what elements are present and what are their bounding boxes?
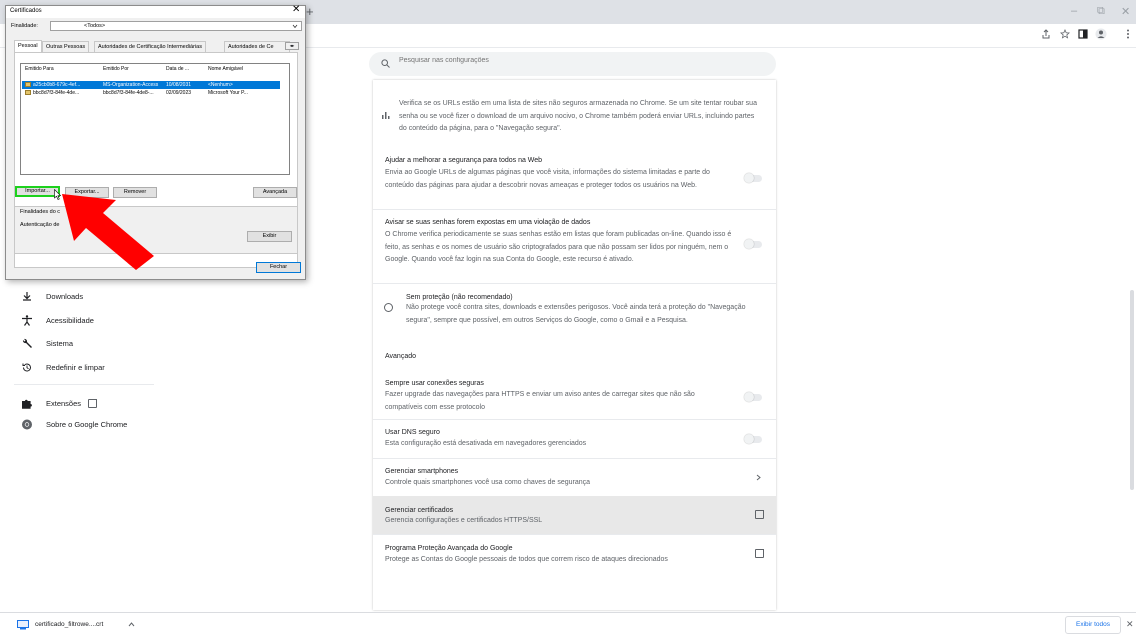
cell-expiry: 02/09/2023 — [166, 90, 192, 96]
manage-phones-description: Controle quais smartphones você usa como… — [385, 479, 591, 486]
password-leak-title: Avisar se suas senhas forem expostas em … — [385, 219, 591, 226]
view-button[interactable]: Exibir — [247, 231, 292, 242]
wrench-icon — [22, 338, 32, 348]
divider — [373, 283, 776, 284]
open-external-icon[interactable] — [755, 510, 764, 519]
password-leak-description: O Chrome verifica periodicamente se suas… — [385, 231, 732, 264]
https-description: Fazer upgrade das navegações para HTTPS … — [385, 391, 695, 411]
accessibility-icon — [22, 314, 32, 326]
sidebar-item-label: Extensões — [46, 398, 82, 408]
menu-icon[interactable] — [1126, 29, 1130, 39]
sidebar-item-label: Acessibilidade — [46, 315, 94, 325]
share-icon[interactable] — [1041, 29, 1051, 39]
certificate-purposes-value: Autenticação de — [20, 222, 60, 228]
tab-scroll-arrows[interactable]: ◂▸ — [285, 42, 299, 50]
manage-certificates-description: Gerencia configurações e certificados HT… — [385, 517, 543, 524]
sidebar-item-downloads[interactable]: Downloads — [20, 289, 83, 303]
sidebar-item-label: Downloads — [46, 291, 84, 301]
cell-expiry: 10/08/2031 — [166, 82, 192, 88]
help-improve-description: Envia ao Google URLs de algumas páginas … — [385, 169, 710, 189]
download-bar — [0, 612, 1136, 642]
page-scrollbar[interactable] — [1130, 290, 1134, 490]
open-external-icon — [88, 398, 98, 408]
cell-issued-by: bbc8d7f3-84fe-4de8-... — [103, 90, 154, 96]
column-issued-to[interactable]: Emitido Para — [25, 66, 54, 72]
file-icon — [17, 620, 29, 630]
tab-personal[interactable]: Pessoal — [14, 40, 42, 52]
sidebar-divider — [14, 384, 154, 385]
chart-bars-icon — [382, 112, 390, 119]
chrome-icon — [22, 419, 32, 429]
cell-issued-to: a25cb0b8-679c-4ef... — [33, 82, 81, 88]
advanced-button[interactable]: Avançada — [253, 187, 297, 198]
minimize-button[interactable]: – — [1071, 5, 1077, 17]
purpose-value: <Todos> — [84, 23, 106, 29]
dialog-title: Certificados — [10, 8, 42, 14]
sidebar-item-accessibility[interactable]: Acessibilidade — [20, 313, 94, 327]
cell-issued-by: MS-Organization-Access — [103, 82, 159, 88]
divider — [373, 458, 776, 459]
sidepanel-icon[interactable] — [1078, 29, 1088, 39]
chevron-down-icon[interactable] — [292, 24, 298, 29]
column-expiry[interactable]: Data de ... — [166, 66, 189, 72]
star-icon[interactable] — [1060, 29, 1070, 39]
divider — [373, 419, 776, 420]
settings-search-box[interactable] — [369, 52, 776, 76]
profile-icon[interactable] — [1095, 28, 1107, 40]
password-leak-toggle[interactable] — [744, 239, 762, 249]
search-icon — [381, 59, 390, 68]
column-friendly-name[interactable]: Nome Amigável — [208, 66, 243, 72]
sidebar-item-label: Redefinir e limpar — [46, 362, 105, 372]
certificate-list[interactable] — [20, 63, 290, 175]
sidebar-item-extensions[interactable]: Extensões — [20, 396, 98, 410]
download-file-name[interactable]: certificado_filtrowe....crt — [35, 621, 103, 628]
sidebar-item-about[interactable]: Sobre o Google Chrome — [20, 417, 127, 431]
purpose-label: Finalidade: — [11, 23, 38, 29]
search-input[interactable] — [399, 57, 759, 64]
safe-browsing-description: Verifica se os URLs estão em uma lista d… — [399, 100, 757, 133]
chevron-right-icon[interactable] — [756, 474, 761, 481]
close-button[interactable]: Fechar — [256, 262, 301, 273]
download-icon — [23, 292, 31, 301]
advanced-protection-description: Protege as Contas do Google pessoais de … — [385, 556, 668, 563]
window-close-button[interactable]: ✕ — [1121, 5, 1130, 18]
restore-button[interactable]: ⧉ — [1097, 5, 1105, 18]
no-protection-description: Não protege você contra sites, downloads… — [406, 304, 746, 324]
open-external-icon[interactable] — [755, 549, 764, 558]
reset-icon — [22, 363, 31, 372]
certificate-purposes-label: Finalidades do c — [20, 209, 61, 215]
sidebar-item-label: Sistema — [46, 338, 74, 348]
show-all-downloads-button[interactable]: Exibir todos — [1065, 616, 1121, 634]
dialog-titlebar — [6, 6, 305, 18]
screen: + – ⧉ ✕ Downloads Acessibilidade Sistema… — [0, 0, 1136, 642]
tab-intermediate-ca[interactable]: Autoridades de Certificação Intermediári… — [94, 41, 206, 52]
secure-dns-description: Esta configuração está desativada em nav… — [385, 440, 587, 447]
https-toggle[interactable] — [744, 392, 762, 402]
column-issued-by[interactable]: Emitido Por — [103, 66, 129, 72]
sidebar-item-label: Sobre o Google Chrome — [46, 419, 128, 429]
divider — [373, 534, 776, 535]
chevron-up-icon[interactable] — [128, 622, 135, 627]
no-protection-radio[interactable] — [384, 303, 393, 312]
tab-root-ca[interactable]: Autoridades de Ce — [224, 41, 290, 52]
cell-issued-to: bbc8d7f3-84fe-4de... — [33, 90, 80, 96]
tab-other-people[interactable]: Outras Pessoas — [42, 41, 90, 52]
help-improve-toggle[interactable] — [744, 173, 762, 183]
certificate-icon — [25, 82, 31, 87]
sidebar-item-system[interactable]: Sistema — [20, 336, 73, 350]
cell-friendly-name: Microsoft Your P... — [208, 90, 248, 96]
divider — [373, 209, 776, 210]
sidebar-item-reset[interactable]: Redefinir e limpar — [20, 360, 105, 374]
close-download-bar-button[interactable]: ✕ — [1126, 619, 1134, 630]
red-arrow-annotation — [62, 194, 154, 270]
certificate-icon — [25, 90, 31, 95]
advanced-section-header: Avançado — [385, 353, 417, 360]
dialog-close-button[interactable]: ✕ — [292, 4, 300, 15]
cell-friendly-name: <Nenhum> — [208, 82, 233, 88]
help-improve-title: Ajudar a melhorar a segurança para todos… — [385, 157, 543, 164]
secure-dns-toggle[interactable] — [744, 434, 762, 444]
new-tab-button[interactable]: + — [306, 4, 314, 19]
puzzle-icon — [22, 399, 32, 409]
